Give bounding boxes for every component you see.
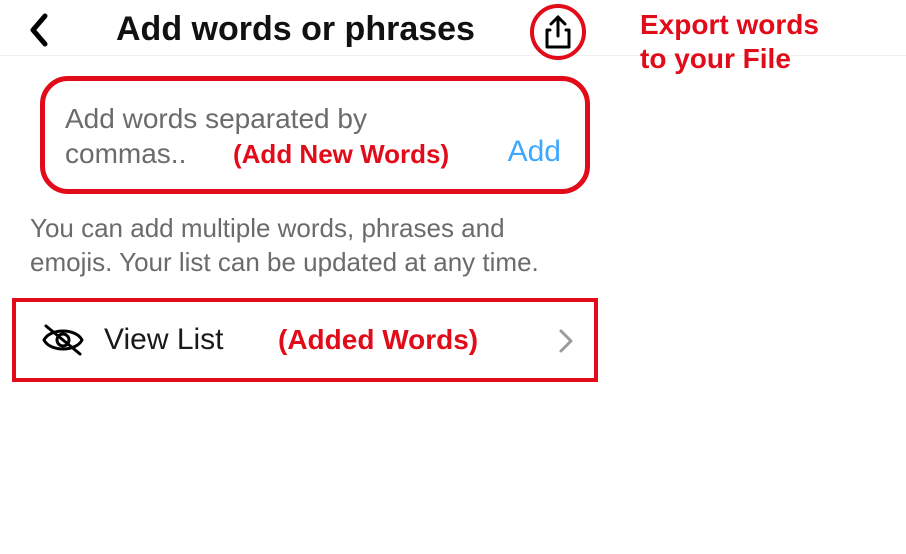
placeholder-line2: commas..: [65, 138, 186, 169]
add-button[interactable]: Add: [508, 135, 561, 169]
annotation-added-words: (Added Words): [278, 324, 478, 356]
share-export-icon: [542, 14, 574, 50]
annotation-add-new-words: (Add New Words): [233, 139, 449, 170]
export-button[interactable]: [530, 4, 586, 60]
view-list-row[interactable]: View List (Added Words): [12, 298, 598, 382]
add-words-input-container[interactable]: Add words separated by commas.. (Add New…: [40, 76, 590, 194]
placeholder-line1: Add words separated by: [65, 103, 367, 134]
back-button[interactable]: [20, 12, 56, 48]
annotation-export-line1: Export words: [640, 9, 819, 40]
page-title: Add words or phrases: [116, 10, 475, 49]
annotation-export: Export words to your File: [640, 8, 819, 75]
eye-off-icon: [40, 322, 86, 358]
add-words-section: Add words separated by commas.. (Add New…: [40, 76, 590, 194]
chevron-right-icon: [558, 328, 574, 354]
helper-text: You can add multiple words, phrases and …: [30, 212, 590, 280]
chevron-left-icon: [27, 12, 49, 48]
annotation-export-line2: to your File: [640, 43, 791, 74]
view-list-label: View List: [104, 323, 224, 357]
